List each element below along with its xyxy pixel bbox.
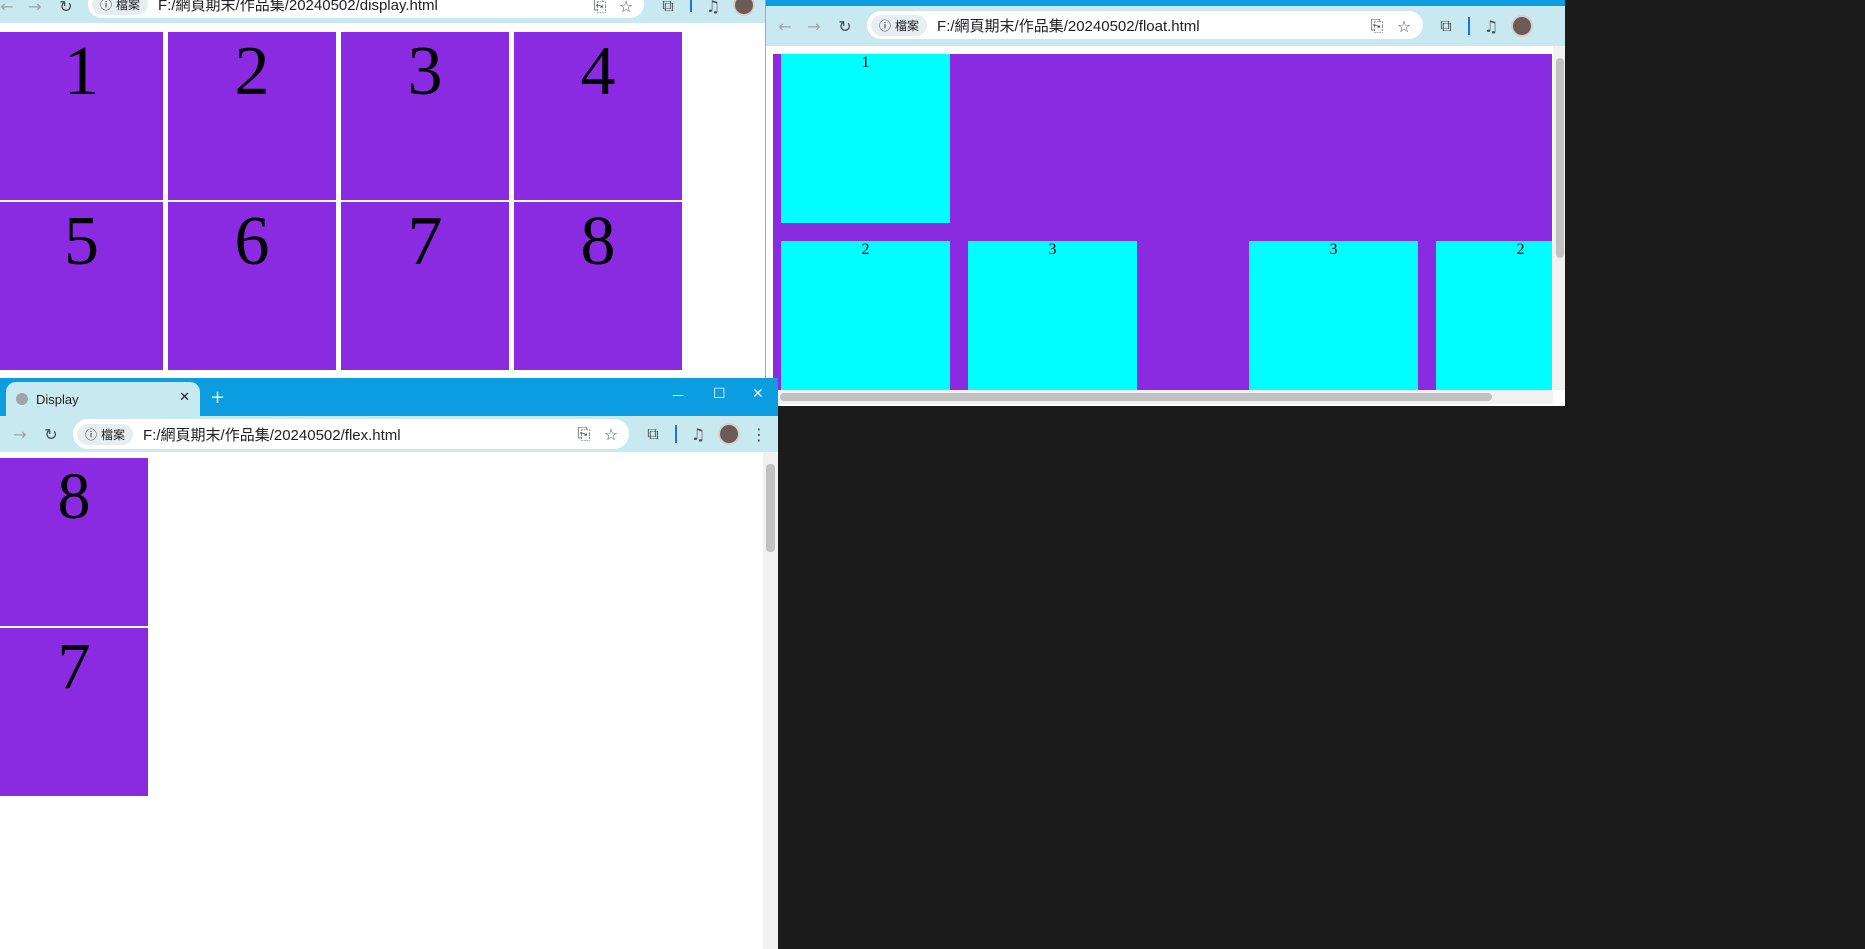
info-icon: ⓘ: [100, 0, 113, 12]
box-number: 6: [234, 203, 270, 280]
float-toolbar: ← → ↻ ⓘ 檔案 F:/網頁期末/作品集/20240502/float.ht…: [766, 6, 1566, 46]
tab-title: Display: [36, 391, 79, 407]
float-page-viewport: 1 2 3 3 2: [766, 46, 1552, 390]
forward-icon[interactable]: →: [803, 15, 825, 37]
flex-box-8: 8: [0, 458, 148, 626]
reload-icon[interactable]: ↻: [40, 423, 62, 445]
back-icon[interactable]: ←: [0, 0, 18, 17]
site-info-label: 檔案: [116, 0, 141, 12]
info-icon: ⓘ: [85, 427, 98, 442]
vertical-scrollbar-thumb[interactable]: [1556, 58, 1564, 258]
display-box-1: 1: [0, 32, 163, 200]
close-icon[interactable]: ✕: [179, 390, 190, 405]
box-number: 2: [1516, 241, 1525, 258]
toolbar-separator: [690, 0, 692, 12]
box-number: 3: [1048, 241, 1057, 258]
info-icon: ⓘ: [879, 18, 892, 33]
flex-window: Display ✕ + — ☐ ✕ → ↻ ⓘ 檔案 F:/網頁期末/作品集/2…: [0, 378, 778, 949]
extensions-icon[interactable]: ⧉: [1435, 15, 1457, 37]
box-number: 2: [861, 241, 870, 258]
profile-avatar[interactable]: [1511, 15, 1533, 37]
extensions-icon[interactable]: ⧉: [642, 423, 664, 445]
box-number: 7: [407, 203, 443, 280]
address-url: F:/網頁期末/作品集/20240502/flex.html: [143, 426, 401, 444]
media-control-icon[interactable]: ♫: [702, 0, 724, 17]
toolbar-separator: [675, 425, 677, 443]
display-box-3: 3: [341, 32, 509, 200]
profile-avatar[interactable]: [718, 423, 740, 445]
site-info-label: 檔案: [101, 427, 126, 442]
minimize-icon[interactable]: —: [672, 388, 684, 402]
display-box-4: 4: [514, 32, 682, 200]
float-box-3-right: 3: [1249, 241, 1418, 390]
float-box-3-left: 3: [968, 241, 1137, 390]
float-box-2-left: 2: [781, 241, 950, 390]
maximize-icon[interactable]: ☐: [713, 386, 726, 402]
star-icon[interactable]: ☆: [600, 423, 622, 445]
tab-display[interactable]: Display ✕: [6, 382, 200, 416]
new-tab-icon[interactable]: +: [210, 387, 225, 408]
display-toolbar: ← → ↻ ⓘ 檔案 F:/網頁期末/作品集/20240502/display.…: [0, 0, 765, 23]
display-page-content: 1 2 3 4 5 6 7 8: [0, 23, 765, 378]
site-info-chip[interactable]: ⓘ 檔案: [871, 14, 928, 36]
display-box-8: 8: [514, 202, 682, 370]
star-icon[interactable]: ☆: [1393, 15, 1415, 37]
menu-icon[interactable]: ⋮: [748, 423, 770, 445]
reload-icon[interactable]: ↻: [834, 15, 856, 37]
address-bar[interactable]: ⓘ 檔案 F:/網頁期末/作品集/20240502/flex.html: [73, 419, 629, 449]
address-bar[interactable]: ⓘ 檔案 F:/網頁期末/作品集/20240502/display.html: [88, 0, 644, 18]
star-icon[interactable]: ☆: [615, 0, 637, 17]
window-close-icon[interactable]: ✕: [752, 386, 764, 402]
media-control-icon[interactable]: ♫: [687, 423, 709, 445]
translate-icon[interactable]: ⎘: [589, 0, 611, 17]
address-bar[interactable]: ⓘ 檔案 F:/網頁期末/作品集/20240502/float.html: [867, 11, 1423, 39]
box-number: 1: [64, 33, 99, 110]
display-box-5: 5: [0, 202, 163, 370]
horizontal-scrollbar[interactable]: [766, 390, 1553, 404]
horizontal-scrollbar-thumb[interactable]: [780, 393, 1492, 401]
flex-box-7: 7: [0, 628, 148, 796]
box-number: 8: [57, 460, 91, 533]
box-number: 3: [407, 33, 443, 110]
site-info-label: 檔案: [895, 18, 920, 33]
box-number: 5: [64, 203, 99, 280]
display-box-6: 6: [168, 202, 336, 370]
display-box-2: 2: [168, 32, 336, 200]
vertical-scrollbar[interactable]: [763, 452, 778, 949]
globe-icon: [16, 393, 28, 405]
desktop-right-strip: [1565, 0, 1865, 949]
flex-toolbar: → ↻ ⓘ 檔案 F:/網頁期末/作品集/20240502/flex.html …: [0, 416, 778, 452]
box-number: 2: [234, 33, 270, 110]
translate-icon[interactable]: ⎘: [573, 423, 595, 445]
back-icon[interactable]: ←: [774, 15, 796, 37]
float-box-1: 1: [781, 54, 950, 223]
site-info-chip[interactable]: ⓘ 檔案: [92, 0, 149, 15]
profile-avatar[interactable]: [733, 0, 755, 16]
translate-icon[interactable]: ⎘: [1366, 15, 1388, 37]
address-url: F:/網頁期末/作品集/20240502/float.html: [937, 17, 1200, 35]
box-number: 1: [861, 54, 870, 71]
box-number: 7: [57, 630, 91, 703]
float-box-2-right: 2: [1436, 241, 1552, 390]
vertical-scrollbar-thumb[interactable]: [766, 464, 775, 552]
float-window: ← → ↻ ⓘ 檔案 F:/網頁期末/作品集/20240502/float.ht…: [765, 0, 1566, 406]
flex-tabstrip: Display ✕ + — ☐ ✕: [0, 378, 778, 416]
extensions-icon[interactable]: ⧉: [657, 0, 679, 17]
display-box-7: 7: [341, 202, 509, 370]
toolbar-separator: [1468, 17, 1470, 35]
box-number: 8: [580, 203, 616, 280]
flex-page-content: 8 7: [0, 452, 763, 949]
site-info-chip[interactable]: ⓘ 檔案: [77, 423, 134, 445]
reload-icon[interactable]: ↻: [55, 0, 77, 17]
box-number: 4: [580, 33, 616, 110]
media-control-icon[interactable]: ♫: [1480, 15, 1502, 37]
box-number: 3: [1329, 241, 1338, 258]
forward-icon[interactable]: →: [9, 423, 31, 445]
forward-icon[interactable]: →: [24, 0, 46, 17]
display-window: ← → ↻ ⓘ 檔案 F:/網頁期末/作品集/20240502/display.…: [0, 0, 765, 378]
address-url: F:/網頁期末/作品集/20240502/display.html: [158, 0, 438, 14]
